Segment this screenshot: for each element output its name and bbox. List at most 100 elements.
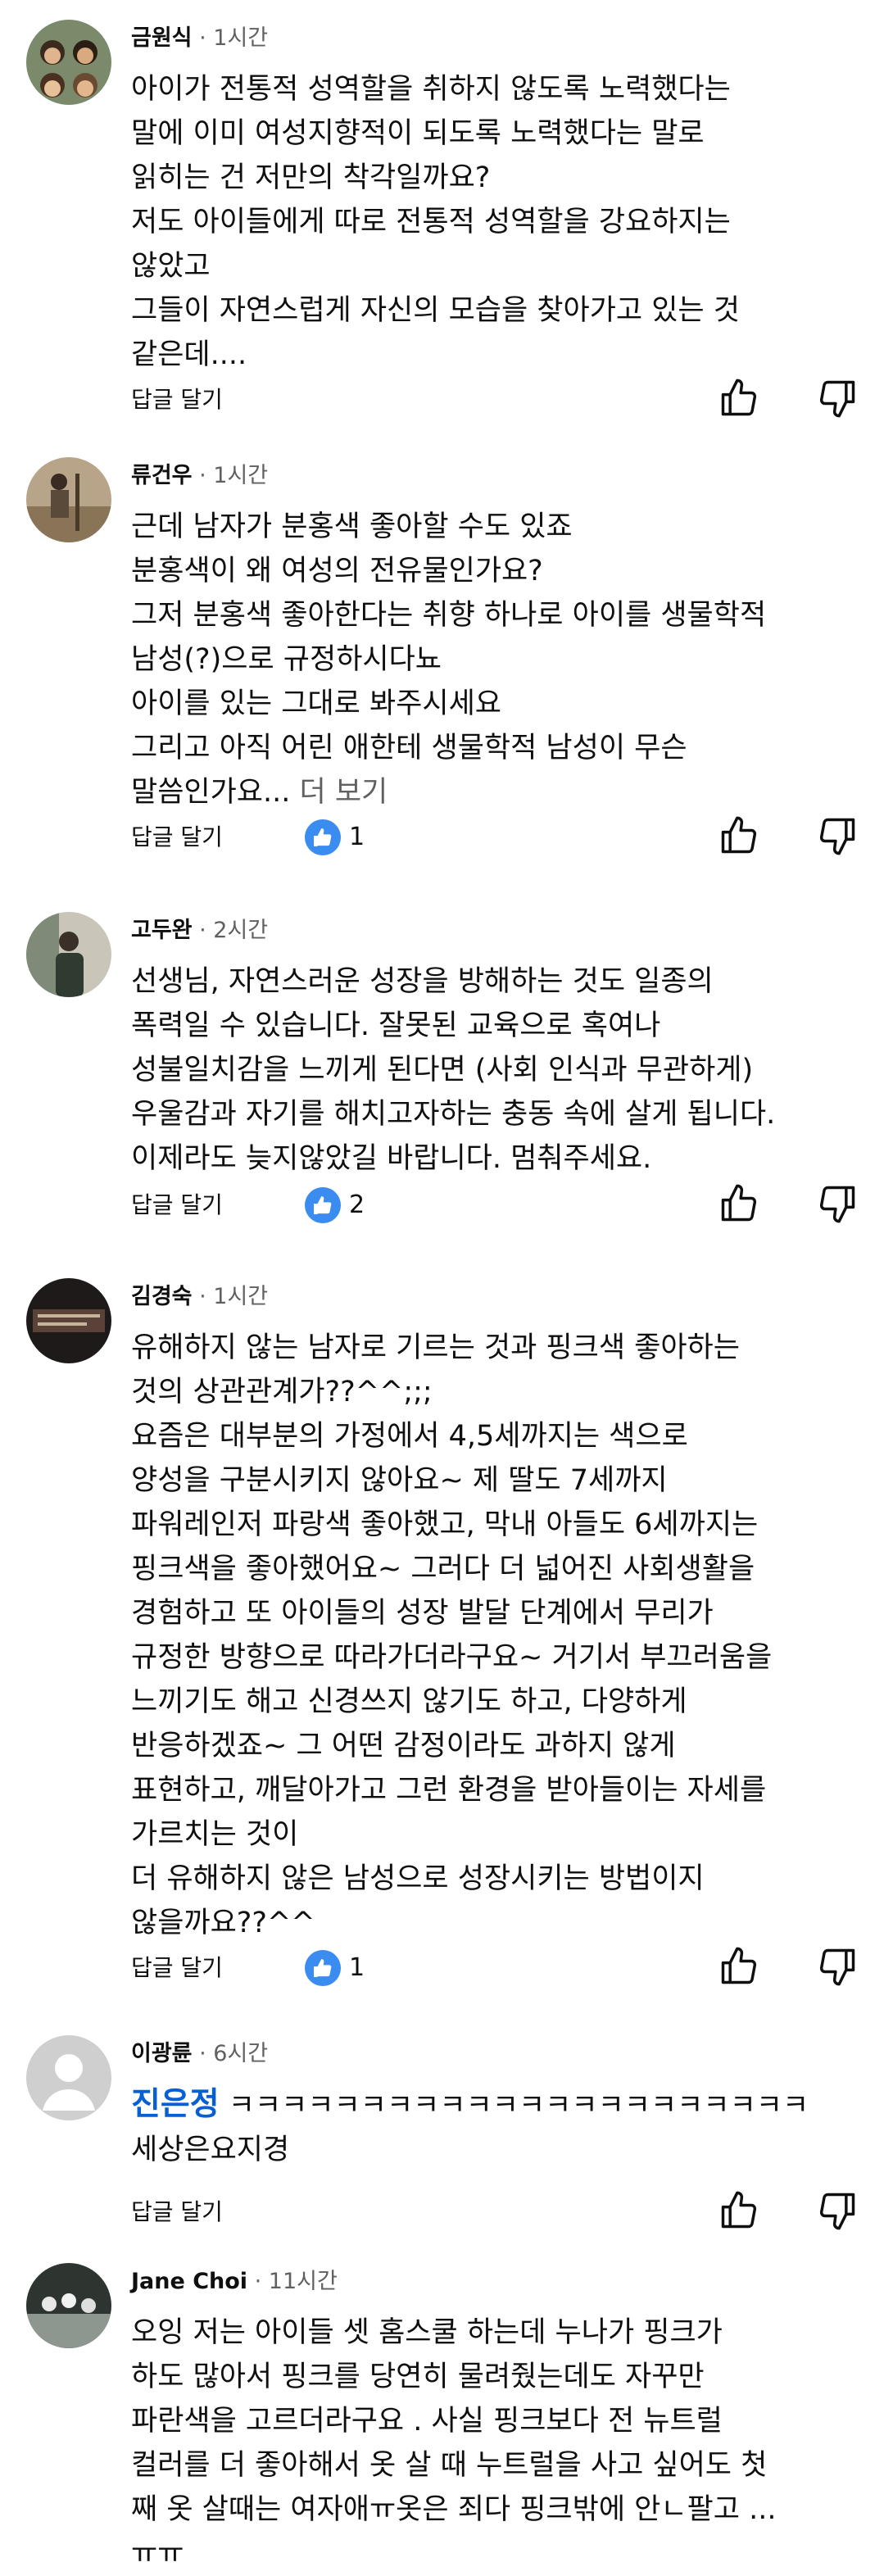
comment-item: Jane Choi · 11시간 오잉 저는 아이들 셋 홈스쿨 하는데 누나가…: [0, 2263, 884, 2570]
comment-text: 유해하지 않는 남자로 기르는 것과 핑크색 좋아하는 것의 상관관계가??^^…: [131, 1326, 868, 1945]
comment-line: 세상은요지경: [131, 2134, 290, 2166]
avatar[interactable]: [26, 457, 111, 542]
person-icon: [26, 2035, 111, 2120]
comment-line: 선생님, 자연스러운 성장을 방해하는 것도 일종의: [131, 965, 714, 998]
thumb-down-icon[interactable]: [816, 814, 859, 857]
comment-actions: 답글 달기: [131, 2193, 868, 2232]
comment-line: 핑크색을 좋아했어요~ 그러다 더 넓어진 사회생활을: [131, 1553, 755, 1585]
thumb-up-icon[interactable]: [718, 814, 760, 857]
comment-line: 하도 많아서 핑크를 당연히 물려줬는데도 자꾸만: [131, 2361, 705, 2393]
comment-line: 우울감과 자기를 해치고자하는 충동 속에 살게 됩니다.: [131, 1098, 776, 1131]
comment-actions: 답글 달기 2: [131, 1186, 868, 1225]
comment-time: · 6시간: [199, 2041, 269, 2066]
comment-text: 근데 남자가 분홍색 좋아할 수도 있죠 분홍색이 왜 여성의 전유물인가요? …: [131, 505, 868, 814]
comment-line: 유해하지 않는 남자로 기르는 것과 핑크색 좋아하는: [131, 1331, 740, 1364]
comment-text: 아이가 전통적 성역할을 취하지 않도록 노력했다는 말에 이미 여성지향적이 …: [131, 67, 868, 377]
comment-line: 컬러를 더 좋아해서 옷 살 때 누트럴을 사고 싶어도 첫: [131, 2449, 768, 2482]
thumb-up-icon[interactable]: [718, 2189, 760, 2232]
comment-text: 오잉 저는 아이들 셋 홈스쿨 하는데 누나가 핑크가 하도 많아서 핑크를 당…: [131, 2311, 868, 2576]
thumb-down-icon[interactable]: [816, 2189, 859, 2232]
reply-button[interactable]: 답글 달기: [131, 383, 223, 416]
comment-line: 근데 남자가 분홍색 좋아할 수도 있죠: [131, 510, 573, 543]
comment-author[interactable]: Jane Choi: [131, 2269, 247, 2294]
like-count: 1: [349, 823, 365, 851]
read-more-link[interactable]: 더 보기: [300, 776, 388, 809]
thumb-up-filled-badge-icon: [305, 1950, 341, 1986]
comment-author[interactable]: 이광륜: [131, 2041, 193, 2066]
comment-line: 느끼기도 해고 신경쓰지 않기도 하고, 다양하게: [131, 1685, 687, 1718]
comment-line: 반응하겠죠~ 그 어떤 감정이라도 과하지 않게: [131, 1730, 676, 1762]
reply-button[interactable]: 답글 달기: [131, 1189, 223, 1222]
comment-line: 아이가 전통적 성역할을 취하지 않도록 노력했다는: [131, 73, 731, 106]
comment-author[interactable]: 김경숙: [131, 1284, 193, 1309]
comment-line: 그저 분홍색 좋아한다는 취향 하나로 아이를 생물학적: [131, 599, 767, 632]
thumb-up-filled-badge-icon: [305, 819, 341, 855]
comment-item: 김경숙 · 1시간 유해하지 않는 남자로 기르는 것과 핑크색 좋아하는 것의…: [0, 1278, 884, 1983]
comment-actions: 답글 달기 1: [131, 1948, 868, 1988]
comment-line: 진은정 ㅋㅋㅋㅋㅋㅋㅋㅋㅋㅋㅋㅋㅋㅋㅋㅋㅋㅋㅋㅋㅋㅋ: [131, 2083, 868, 2128]
comment-line: 성불일치감을 느끼게 된다면 (사회 인식과 무관하게): [131, 1054, 754, 1086]
reply-button[interactable]: 답글 달기: [131, 2196, 223, 2229]
comment-line: 그리고 아직 어린 애한테 생물학적 남성이 무슨: [131, 732, 687, 764]
comment-item: 고두완 · 2시간 선생님, 자연스러운 성장을 방해하는 것도 일종의 폭력일…: [0, 912, 884, 1240]
comment-line: 그들이 자연스럽게 자신의 모습을 찾아가고 있는 것: [131, 294, 740, 327]
comment-meta: 이광륜 · 6시간: [131, 2040, 268, 2068]
comment-line-text: 말씀인가요...: [131, 776, 291, 809]
thumb-up-filled-badge-icon: [305, 1187, 341, 1223]
comment-meta: 고두완 · 2시간: [131, 917, 268, 945]
comment-time: · 11시간: [254, 2269, 338, 2294]
comment-line: 째 옷 살때는 여자애ㅠ옷은 죄다 핑크밖에 안ㄴ팔고 ...: [131, 2493, 777, 2526]
comment-line: 남성(?)으로 규정하시다뇨: [131, 643, 442, 676]
thumb-up-icon[interactable]: [718, 377, 760, 420]
comment-author[interactable]: 금원식: [131, 25, 193, 51]
comment-line: 분홍색이 왜 여성의 전유물인가요?: [131, 555, 543, 587]
comment-line: 규정한 방향으로 따라가더라구요~ 거기서 부끄러움을: [131, 1641, 773, 1674]
comment-line: 폭력일 수 있습니다. 잘못된 교육으로 혹여나: [131, 1009, 661, 1042]
reply-button[interactable]: 답글 달기: [131, 821, 223, 854]
like-count: 1: [349, 1953, 365, 1982]
comment-actions: 답글 달기 1: [131, 818, 868, 857]
comment-time: · 1시간: [199, 463, 269, 488]
avatar[interactable]: [26, 912, 111, 997]
comment-line: 이제라도 늦지않았길 바랍니다. 멈춰주세요.: [131, 1142, 652, 1175]
comment-line: 말씀인가요... 더 보기: [131, 770, 868, 814]
comment-line: 양성을 구분시키지 않아요~ 제 딸도 7세까지: [131, 1464, 668, 1497]
comment-meta: Jane Choi · 11시간: [131, 2268, 338, 2296]
comment-line: 표현하고, 깨달아가고 그런 환경을 받아들이는 자세를: [131, 1774, 767, 1807]
comment-line: 않았고: [131, 250, 211, 283]
comment-item: 류건우 · 1시간 근데 남자가 분홍색 좋아할 수도 있죠 분홍색이 왜 여성…: [0, 457, 884, 867]
comment-line: 아이를 있는 그대로 봐주시세요: [131, 687, 501, 720]
comment-line: 파란색을 고르더라구요 . 사실 핑크보다 전 뉴트럴: [131, 2405, 723, 2438]
like-count: 2: [349, 1190, 365, 1219]
comment-item: 금원식 · 1시간 아이가 전통적 성역할을 취하지 않도록 노력했다는 말에 …: [0, 20, 884, 429]
comment-line: 요즘은 대부분의 가정에서 4,5세까지는 색으로: [131, 1420, 688, 1453]
avatar[interactable]: [26, 2035, 111, 2120]
comment-meta: 금원식 · 1시간: [131, 25, 268, 52]
comment-time: · 1시간: [199, 25, 269, 51]
comment-author[interactable]: 류건우: [131, 463, 193, 488]
thumb-up-icon[interactable]: [718, 1182, 760, 1225]
avatar[interactable]: [26, 1278, 111, 1363]
comment-author[interactable]: 고두완: [131, 918, 193, 943]
comment-line: 읽히는 건 저만의 착각일까요?: [131, 161, 491, 194]
thumb-up-icon[interactable]: [718, 1945, 760, 1988]
comment-line: ㅠㅠ: [131, 2537, 184, 2570]
comment-line: 말에 이미 여성지향적이 되도록 노력했다는 말로: [131, 117, 705, 150]
comment-line: 오잉 저는 아이들 셋 홈스쿨 하는데 누나가 핑크가: [131, 2316, 723, 2349]
thumb-down-icon[interactable]: [816, 377, 859, 420]
avatar[interactable]: [26, 20, 111, 105]
mention-link[interactable]: 진은정: [131, 2086, 220, 2123]
comment-time: · 2시간: [199, 918, 269, 943]
comment-line: 것의 상관관계가??^^;;;: [131, 1376, 433, 1408]
comment-meta: 류건우 · 1시간: [131, 462, 268, 490]
comment-line: 가르치는 것이: [131, 1818, 299, 1851]
reply-button[interactable]: 답글 달기: [131, 1952, 223, 1984]
avatar[interactable]: [26, 2263, 111, 2348]
comment-meta: 김경숙 · 1시간: [131, 1283, 268, 1311]
comment-line: 같은데....: [131, 338, 247, 371]
thumb-down-icon[interactable]: [816, 1945, 859, 1988]
comment-time: · 1시간: [199, 1284, 269, 1309]
comment-text: 선생님, 자연스러운 성장을 방해하는 것도 일종의 폭력일 수 있습니다. 잘…: [131, 959, 868, 1181]
thumb-down-icon[interactable]: [816, 1182, 859, 1225]
comment-item: 이광륜 · 6시간 진은정 ㅋㅋㅋㅋㅋㅋㅋㅋㅋㅋㅋㅋㅋㅋㅋㅋㅋㅋㅋㅋㅋㅋ 세상은…: [0, 2035, 884, 2199]
